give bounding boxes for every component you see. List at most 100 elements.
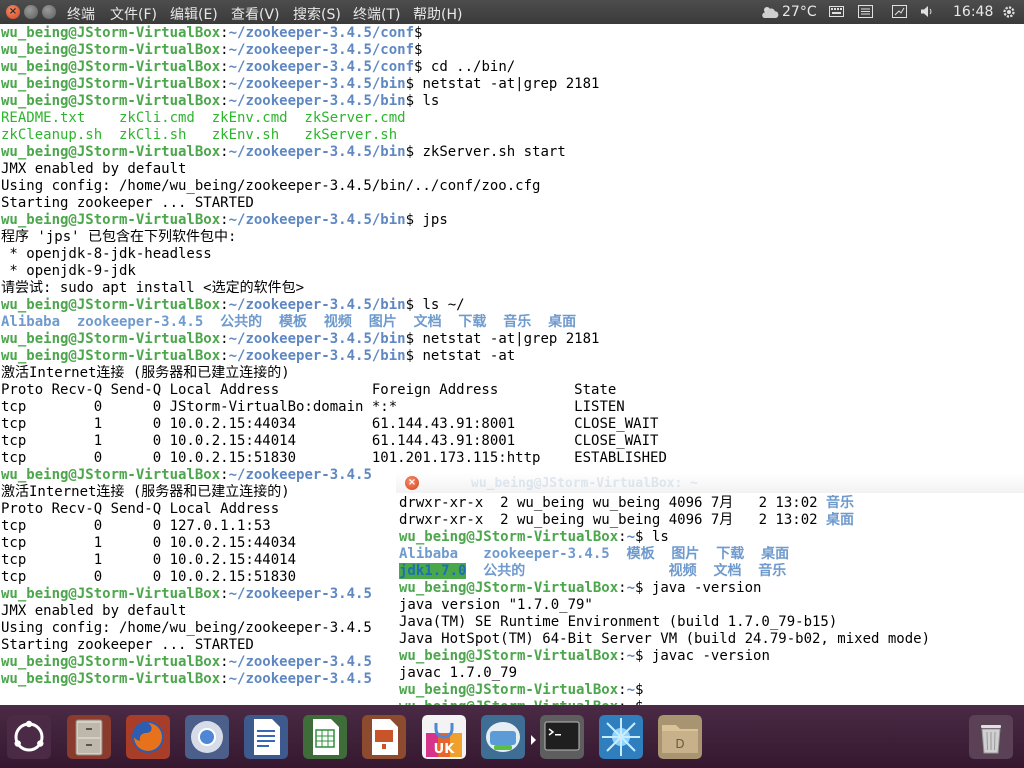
menu-help[interactable]: 帮助(H) (413, 4, 462, 24)
prompt-path: ~ (626, 682, 636, 698)
terminal-text: : (220, 76, 229, 92)
calc-launcher[interactable] (299, 711, 351, 763)
terminal-text: $ cd ../bin/ (414, 59, 516, 75)
prompt-path: ~/zookeeper-3.4.5 (228, 467, 372, 483)
terminal-text: 激活Internet连接 (服务器和已建立连接的) (1, 365, 290, 381)
menu-edit[interactable]: 编辑(E) (170, 4, 218, 24)
prompt-user: wu_being@JStorm-VirtualBox (1, 42, 221, 58)
terminal-text: : (220, 144, 229, 160)
prompt-user: wu_being@JStorm-VirtualBox (1, 212, 221, 228)
keyboard-indicator-icon[interactable] (829, 5, 844, 18)
terminal-line: Java(TM) SE Runtime Environment (build 1… (399, 614, 1024, 631)
terminal-line: wu_being@JStorm-VirtualBox:~/zookeeper-3… (1, 42, 1024, 59)
terminal-text: Proto Recv-Q Send-Q Local Address (1, 501, 280, 517)
terminal-text: Java HotSpot(TM) 64-Bit Server VM (build… (399, 631, 931, 647)
terminal-text: $ netstat -at (405, 348, 516, 364)
prompt-path: ~ (626, 648, 636, 664)
messaging-indicator-icon[interactable] (892, 5, 907, 18)
terminal-text: $ java -version (635, 580, 762, 596)
writer-launcher[interactable] (240, 711, 292, 763)
software-center-label: UK (434, 742, 456, 757)
window-maximize-button[interactable] (42, 5, 56, 19)
impress-launcher[interactable] (358, 711, 410, 763)
terminal-text: $ (635, 682, 644, 698)
launcher-bar: UK D (0, 705, 1024, 768)
terminal-line: * openjdk-9-jdk (1, 263, 1024, 280)
terminal-text: drwxr-xr-x 2 wu_being wu_being 4096 7月 2… (399, 512, 827, 528)
window-close-button[interactable]: × (6, 5, 20, 19)
terminal-text: $ jps (405, 212, 448, 228)
terminal-text: : (220, 331, 229, 347)
second-terminal-output[interactable]: drwxr-xr-x 2 wu_being wu_being 4096 7月 2… (399, 495, 1024, 710)
terminal-text: zkCleanup.sh zkCli.sh zkEnv.sh zkServer.… (1, 127, 398, 143)
second-terminal-close-button[interactable]: × (405, 476, 419, 490)
chromium-icon (185, 715, 229, 759)
terminal-launcher[interactable] (531, 711, 588, 763)
firefox-launcher[interactable] (122, 711, 174, 763)
terminal-text: Proto Recv-Q Send-Q Local Address Foreig… (1, 382, 617, 398)
prompt-path: ~/zookeeper-3.4.5/bin (228, 348, 406, 364)
system-gear-icon[interactable] (1002, 5, 1016, 19)
dash-button[interactable] (3, 711, 55, 763)
terminal-line: tcp 1 0 10.0.2.15:44014 61.144.43.91:800… (1, 433, 1024, 450)
terminal-line: jdk1.7.0 公共的 视频 文档 音乐 (399, 563, 1024, 580)
terminal-line: wu_being@JStorm-VirtualBox:~$ javac -ver… (399, 648, 1024, 665)
terminal-icon (540, 715, 584, 759)
terminal-line: 程序 'jps' 已包含在下列软件包中: (1, 229, 1024, 246)
prompt-user: wu_being@JStorm-VirtualBox (1, 348, 221, 364)
volume-icon[interactable] (920, 5, 935, 18)
system-settings-launcher[interactable] (477, 711, 529, 763)
terminal-text: 程序 'jps' 已包含在下列软件包中: (1, 229, 237, 245)
terminal-text: tcp 1 0 10.0.2.15:44034 (1, 535, 297, 551)
menu-file[interactable]: 文件(F) (110, 4, 157, 24)
folder-label: D (675, 737, 684, 751)
calc-icon (303, 715, 347, 759)
terminal-text: tcp 1 0 10.0.2.15:44034 61.144.43.91:800… (1, 416, 659, 432)
terminal-line: wu_being@JStorm-VirtualBox:~/zookeeper-3… (1, 297, 1024, 314)
chromium-launcher[interactable] (181, 711, 233, 763)
prompt-path: ~/zookeeper-3.4.5/bin (228, 331, 406, 347)
terminal-text: $ zkServer.sh start (405, 144, 566, 160)
terminal-line: wu_being@JStorm-VirtualBox:~/zookeeper-3… (1, 76, 1024, 93)
second-terminal-window[interactable]: × wu_being@JStorm-VirtualBox: ~ drwxr-xr… (396, 473, 1024, 710)
second-terminal-titlebar[interactable]: × wu_being@JStorm-VirtualBox: ~ (396, 473, 1024, 493)
weather-cloud-icon[interactable] (760, 4, 780, 20)
trash-launcher[interactable] (965, 711, 1017, 763)
folder-launcher[interactable]: D (654, 711, 706, 763)
terminal-text: : (618, 529, 627, 545)
files-icon (67, 715, 111, 759)
terminal-text: 请尝试: sudo apt install <选定的软件包> (1, 280, 305, 296)
terminal-text: : (220, 671, 229, 687)
input-method-icon[interactable] (858, 5, 873, 18)
terminal-text: javac 1.7.0_79 (399, 665, 518, 681)
starburst-app-launcher[interactable] (595, 711, 647, 763)
terminal-line: drwxr-xr-x 2 wu_being wu_being 4096 7月 2… (399, 495, 1024, 512)
terminal-text: : (220, 212, 229, 228)
app-name-menu[interactable]: 终端 (67, 4, 95, 24)
menu-view[interactable]: 查看(V) (231, 4, 280, 24)
software-center-launcher[interactable]: UK (418, 711, 470, 763)
firefox-icon (126, 715, 170, 759)
terminal-line: Starting zookeeper ... STARTED (1, 195, 1024, 212)
window-minimize-button[interactable] (24, 5, 38, 19)
terminal-text: Java(TM) SE Runtime Environment (build 1… (399, 614, 838, 630)
terminal-text: : (618, 682, 627, 698)
clock[interactable]: 16:48 (953, 4, 993, 20)
terminal-text: : (618, 580, 627, 596)
terminal-line: README.txt zkCli.cmd zkEnv.cmd zkServer.… (1, 110, 1024, 127)
software-center-icon: UK (422, 715, 466, 759)
prompt-path: ~/zookeeper-3.4.5 (228, 671, 372, 687)
terminal-text: $ ls (405, 93, 440, 109)
terminal-line: 请尝试: sudo apt install <选定的软件包> (1, 280, 1024, 297)
terminal-line: tcp 0 0 10.0.2.15:51830 101.201.173.115:… (1, 450, 1024, 467)
trash-icon (969, 715, 1013, 759)
menu-terminal[interactable]: 终端(T) (353, 4, 400, 24)
prompt-user: wu_being@JStorm-VirtualBox (1, 59, 221, 75)
terminal-text: drwxr-xr-x 2 wu_being wu_being 4096 7月 2… (399, 495, 827, 511)
files-launcher[interactable] (63, 711, 115, 763)
menu-search[interactable]: 搜索(S) (293, 4, 341, 24)
weather-temperature[interactable]: 27°C (782, 4, 817, 20)
terminal-text: Using config: /home/wu_being/zookeeper-3… (1, 620, 372, 636)
terminal-text: Alibaba zookeeper-3.4.5 公共的 模板 视频 图片 文档 … (1, 314, 577, 330)
